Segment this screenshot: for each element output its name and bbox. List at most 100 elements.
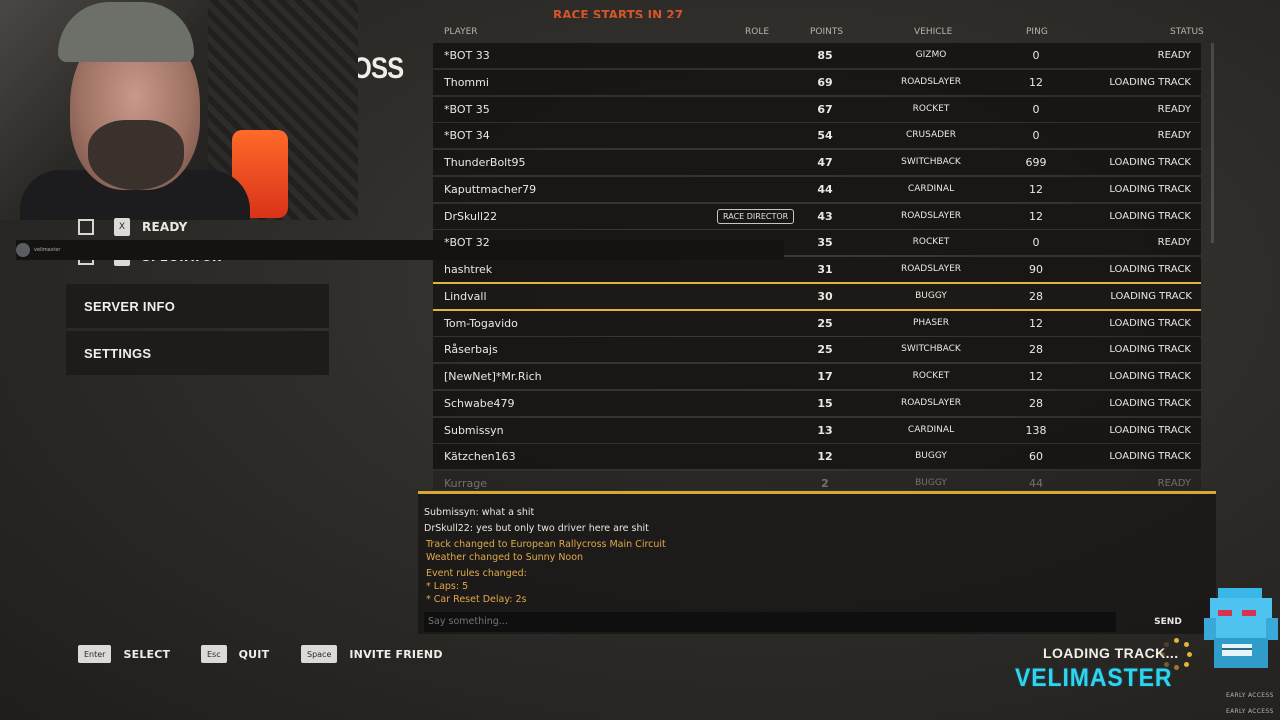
system-message: * Car Reset Delay: 2s (426, 594, 527, 605)
hint-label: INVITE FRIEND (349, 647, 443, 661)
player-status: READY (1157, 103, 1191, 115)
table-row[interactable]: *BOT 33 85 GIZMO 0 READY (433, 43, 1201, 68)
settings-button[interactable]: SETTINGS (66, 331, 329, 375)
webcam-person-beard (88, 120, 184, 190)
player-ping: 12 (1029, 370, 1043, 383)
player-status: LOADING TRACK (1109, 451, 1191, 463)
table-row[interactable]: DrSkull22 43 ROADSLAYER 12 LOADING TRACK RACE… (433, 203, 1201, 229)
player-points: 30 (817, 289, 833, 303)
table-row[interactable]: hashtrek 31 ROADSLAYER 90 LOADING TRACK (433, 257, 1201, 282)
table-row[interactable]: Kätzchen163 12 BUGGY 60 LOADING TRACK (433, 444, 1201, 470)
send-button[interactable]: SEND (1148, 612, 1188, 632)
player-points: 17 (817, 370, 833, 383)
hint-label: SELECT (123, 647, 171, 661)
player-points: 47 (817, 156, 833, 169)
player-vehicle: SWITCHBACK (901, 344, 961, 355)
system-message: Weather changed to Sunny Noon (426, 552, 584, 563)
player-ping: 0 (1032, 236, 1040, 250)
discord-username: velimaster (34, 247, 61, 253)
player-name: Kätzchen163 (444, 450, 516, 464)
table-row[interactable]: *BOT 32 35 ROCKET 0 READY (433, 230, 1201, 256)
player-status: LOADING TRACK (1109, 397, 1191, 409)
table-row[interactable]: Schwabe479 15 ROADSLAYER 28 LOADING TRACK (433, 390, 1201, 416)
chat-message: Submissyn: what a shit (424, 507, 535, 518)
player-status: LOADING TRACK (1109, 210, 1191, 222)
player-status: LOADING TRACK (1109, 76, 1191, 88)
hint-label: QUIT (238, 647, 270, 661)
table-row[interactable]: Lindvall 30 BUGGY 28 LOADING TRACK (433, 281, 1201, 311)
player-name: *BOT 35 (444, 102, 490, 116)
server-info-button[interactable]: SERVER INFO (66, 284, 329, 328)
player-vehicle: CARDINAL (907, 424, 955, 435)
column-header-player: PLAYER (444, 27, 478, 37)
ready-key: X (114, 218, 130, 236)
player-name: hashtrek (444, 263, 493, 276)
player-vehicle: ROCKET (912, 237, 950, 248)
player-vehicle: SWITCHBACK (901, 157, 961, 167)
player-points: 12 (817, 450, 833, 464)
table-row[interactable]: *BOT 35 67 ROCKET 0 READY (433, 96, 1201, 122)
player-points: 2 (821, 477, 829, 490)
player-name: [NewNet]*Mr.Rich (444, 370, 542, 383)
player-vehicle: BUGGY (915, 478, 947, 488)
early-access-badge: EARLY ACCESS (1226, 708, 1274, 715)
player-points: 35 (817, 236, 833, 250)
pixel-mascot-icon (1204, 588, 1278, 668)
player-points: 15 (817, 396, 833, 410)
player-status: READY (1157, 50, 1191, 61)
hint-invite-friend[interactable]: Space INVITE FRIEND (301, 645, 443, 663)
table-row[interactable]: Råserbajs 25 SWITCHBACK 28 LOADING TRACK (433, 337, 1201, 363)
player-vehicle: BUGGY (915, 451, 947, 462)
hint-quit[interactable]: Esc QUIT (201, 645, 269, 663)
player-points: 54 (817, 129, 833, 143)
table-row[interactable]: [NewNet]*Mr.Rich 17 ROCKET 12 LOADING TRACK (433, 364, 1201, 389)
player-name: DrSkull22 (444, 209, 498, 223)
player-ping: 0 (1032, 102, 1040, 116)
player-ping: 60 (1029, 450, 1043, 464)
player-status: LOADING TRACK (1109, 157, 1191, 168)
table-row[interactable]: ThunderBolt95 47 SWITCHBACK 699 LOADING TRAC… (433, 150, 1201, 175)
player-vehicle: ROADSLAYER (900, 264, 962, 274)
player-status: LOADING TRACK (1109, 371, 1191, 382)
hint-select[interactable]: Enter SELECT (78, 645, 170, 663)
chat-input[interactable] (424, 612, 1116, 632)
webcam-overlay (0, 0, 358, 220)
webcam-person-cap (58, 2, 194, 62)
space-key: Space (301, 645, 338, 663)
esc-key: Esc (201, 645, 227, 663)
player-ping: 0 (1032, 129, 1040, 143)
table-row[interactable]: Kaputtmacher79 44 CARDINAL 12 LOADING TRACK (433, 176, 1201, 202)
player-status: READY (1157, 478, 1191, 489)
player-vehicle: ROADSLAYER (900, 76, 962, 87)
table-row[interactable]: Tom-Togavido 25 PHASER 12 LOADING TRACK (433, 310, 1201, 336)
player-points: 44 (817, 182, 833, 196)
player-name: Råserbajs (444, 343, 498, 357)
scoreboard-list: *BOT 33 85 GIZMO 0 READY Thommi 69 ROADSLAYER 12… (433, 43, 1201, 490)
player-points: 85 (817, 49, 833, 62)
table-row[interactable]: Kurrage 2 BUGGY 44 READY (433, 471, 1201, 490)
player-status: READY (1157, 130, 1191, 142)
player-vehicle: CARDINAL (907, 183, 955, 194)
ready-checkbox[interactable] (78, 219, 94, 235)
player-points: 31 (817, 263, 833, 276)
player-vehicle: GIZMO (915, 50, 947, 60)
player-ping: 12 (1029, 75, 1043, 89)
player-name: *BOT 32 (444, 236, 490, 250)
player-ping: 28 (1029, 396, 1043, 410)
table-row[interactable]: *BOT 34 54 CRUSADER 0 READY (433, 123, 1201, 149)
race-countdown: RACE STARTS IN 27 (553, 8, 683, 18)
player-vehicle: BUGGY (915, 290, 947, 301)
table-row[interactable]: Thommi 69 ROADSLAYER 12 LOADING TRACK (433, 69, 1201, 95)
column-header-status: STATUS (1170, 27, 1204, 37)
player-points: 13 (817, 423, 833, 437)
system-message: Event rules changed: (426, 568, 527, 579)
table-row[interactable]: Submissyn 13 CARDINAL 138 LOADING TRACK (433, 417, 1201, 443)
player-ping: 12 (1029, 182, 1043, 196)
player-ping: 12 (1029, 209, 1043, 223)
player-status: LOADING TRACK (1109, 424, 1191, 436)
player-points: 25 (817, 343, 833, 357)
player-name: Kaputtmacher79 (444, 182, 537, 196)
scoreboard-scrollbar[interactable] (1211, 43, 1214, 243)
player-status: LOADING TRACK (1110, 290, 1192, 302)
ready-option[interactable]: X READY (78, 215, 188, 239)
